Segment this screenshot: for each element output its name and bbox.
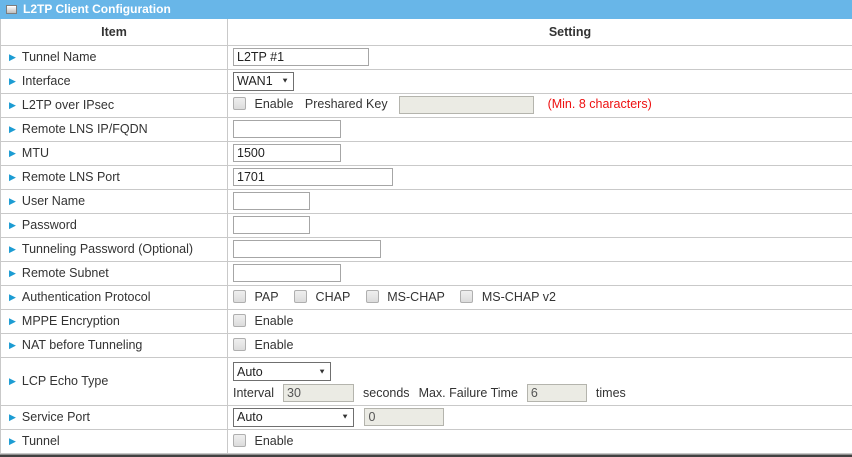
row-label: MPPE Encryption xyxy=(22,314,120,328)
row-password: ▶ Password xyxy=(1,213,852,237)
ms-chap-checkbox[interactable] xyxy=(366,290,379,303)
ms-chap-v2-checkbox[interactable] xyxy=(460,290,473,303)
bullet-arrow-icon: ▶ xyxy=(9,436,16,447)
row-mppe-encryption: ▶ MPPE Encryption Enable xyxy=(1,309,852,333)
service-port-select[interactable]: Auto xyxy=(233,408,354,427)
bullet-arrow-icon: ▶ xyxy=(9,196,16,207)
interface-select[interactable]: WAN1 xyxy=(233,72,294,91)
row-nat-before-tunneling: ▶ NAT before Tunneling Enable xyxy=(1,333,852,357)
row-l2tp-over-ipsec: ▶ L2TP over IPsec Enable Preshared Key (M… xyxy=(1,93,852,117)
tunnel-enable-checkbox[interactable] xyxy=(233,434,246,447)
remote-lns-ip-input[interactable] xyxy=(233,120,341,138)
row-mtu: ▶ MTU xyxy=(1,141,852,165)
remote-subnet-input[interactable] xyxy=(233,264,341,282)
tunnel-enable-label: Enable xyxy=(254,434,293,448)
mtu-input[interactable] xyxy=(233,144,341,162)
bullet-arrow-icon: ▶ xyxy=(9,268,16,279)
ms-chap-v2-label: MS-CHAP v2 xyxy=(482,290,556,304)
preshared-key-input[interactable] xyxy=(399,96,534,114)
service-port-select-wrap: Auto ▼ xyxy=(233,408,354,427)
column-header-item: Item xyxy=(1,19,228,45)
service-port-input[interactable] xyxy=(364,408,444,426)
settings-table: Item Setting ▶ Tunnel Name ▶ Interface WAN… xyxy=(0,19,852,454)
lcp-echo-type-select[interactable]: Auto xyxy=(233,362,331,381)
section-header: L2TP Client Configuration xyxy=(0,0,852,19)
row-label: Tunnel Name xyxy=(22,50,97,64)
row-label: Remote LNS Port xyxy=(22,170,120,184)
max-failure-label: Max. Failure Time xyxy=(419,387,518,400)
interval-label: Interval xyxy=(233,387,274,400)
row-tunnel-name: ▶ Tunnel Name xyxy=(1,45,852,69)
bullet-arrow-icon: ▶ xyxy=(9,244,16,255)
column-header-row: Item Setting xyxy=(1,19,852,45)
l2tp-client-configuration-panel: L2TP Client Configuration Item Setting ▶… xyxy=(0,0,852,457)
bullet-arrow-icon: ▶ xyxy=(9,172,16,183)
interface-select-wrap: WAN1 ▼ xyxy=(233,72,294,91)
bullet-arrow-icon: ▶ xyxy=(9,100,16,111)
bullet-arrow-icon: ▶ xyxy=(9,292,16,303)
window-icon xyxy=(6,5,17,14)
enable-preshared-checkbox[interactable] xyxy=(233,97,246,110)
row-label: Tunneling Password (Optional) xyxy=(22,242,193,256)
row-label: Tunnel xyxy=(22,434,60,448)
row-label: Password xyxy=(22,218,77,232)
row-remote-lns-port: ▶ Remote LNS Port xyxy=(1,165,852,189)
preshared-key-hint: (Min. 8 characters) xyxy=(548,97,652,111)
row-label: User Name xyxy=(22,194,85,208)
section-title: L2TP Client Configuration xyxy=(23,3,171,16)
column-header-setting: Setting xyxy=(228,19,852,45)
row-remote-subnet: ▶ Remote Subnet xyxy=(1,261,852,285)
bullet-arrow-icon: ▶ xyxy=(9,124,16,135)
bullet-arrow-icon: ▶ xyxy=(9,340,16,351)
chap-label: CHAP xyxy=(316,290,351,304)
row-user-name: ▶ User Name xyxy=(1,189,852,213)
row-remote-lns-ip: ▶ Remote LNS IP/FQDN xyxy=(1,117,852,141)
nat-enable-checkbox[interactable] xyxy=(233,338,246,351)
row-label: Service Port xyxy=(22,410,90,424)
bullet-arrow-icon: ▶ xyxy=(9,316,16,327)
bullet-arrow-icon: ▶ xyxy=(9,376,16,387)
failure-unit-label: times xyxy=(596,387,626,400)
bullet-arrow-icon: ▶ xyxy=(9,52,16,63)
mppe-enable-checkbox[interactable] xyxy=(233,314,246,327)
row-authentication-protocol: ▶ Authentication Protocol PAP CHAP MS-CHA… xyxy=(1,285,852,309)
row-label: Interface xyxy=(22,74,71,88)
next-section-top-bar xyxy=(0,454,852,457)
row-tunneling-password: ▶ Tunneling Password (Optional) xyxy=(1,237,852,261)
row-lcp-echo-type: ▶ LCP Echo Type Auto ▼ Interval seconds M… xyxy=(1,357,852,405)
remote-lns-port-input[interactable] xyxy=(233,168,393,186)
nat-enable-label: Enable xyxy=(254,338,293,352)
max-failure-input[interactable] xyxy=(527,384,587,402)
row-label: MTU xyxy=(22,146,49,160)
row-label: L2TP over IPsec xyxy=(22,98,114,112)
row-label: LCP Echo Type xyxy=(22,374,108,388)
tunneling-password-input[interactable] xyxy=(233,240,381,258)
interval-unit-label: seconds xyxy=(363,387,410,400)
bullet-arrow-icon: ▶ xyxy=(9,220,16,231)
user-name-input[interactable] xyxy=(233,192,310,210)
bullet-arrow-icon: ▶ xyxy=(9,412,16,423)
row-label: Authentication Protocol xyxy=(22,290,151,304)
row-label: Remote LNS IP/FQDN xyxy=(22,122,148,136)
mppe-enable-label: Enable xyxy=(254,314,293,328)
preshared-key-label: Preshared Key xyxy=(305,97,388,111)
password-input[interactable] xyxy=(233,216,310,234)
bullet-arrow-icon: ▶ xyxy=(9,148,16,159)
tunnel-name-input[interactable] xyxy=(233,48,369,66)
row-interface: ▶ Interface WAN1 ▼ xyxy=(1,69,852,93)
row-tunnel: ▶ Tunnel Enable xyxy=(1,429,852,453)
row-label: NAT before Tunneling xyxy=(22,338,142,352)
enable-label: Enable xyxy=(254,97,293,111)
interval-input[interactable] xyxy=(283,384,354,402)
chap-checkbox[interactable] xyxy=(294,290,307,303)
bullet-arrow-icon: ▶ xyxy=(9,76,16,87)
pap-label: PAP xyxy=(254,290,278,304)
pap-checkbox[interactable] xyxy=(233,290,246,303)
lcp-echo-type-select-wrap: Auto ▼ xyxy=(233,362,331,381)
ms-chap-label: MS-CHAP xyxy=(387,290,445,304)
row-service-port: ▶ Service Port Auto ▼ xyxy=(1,405,852,429)
row-label: Remote Subnet xyxy=(22,266,109,280)
